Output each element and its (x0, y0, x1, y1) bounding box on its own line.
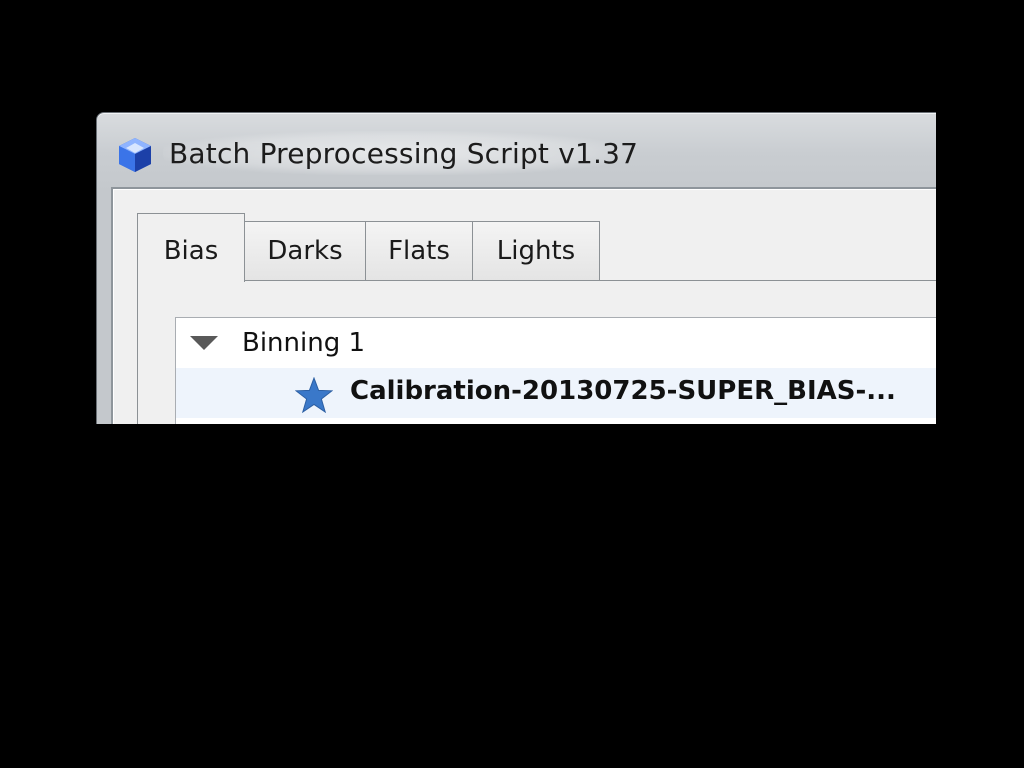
batch-preprocessing-window: Batch Preprocessing Script v1.37 Bias Da… (96, 112, 936, 424)
star-icon (295, 377, 333, 413)
title-bar[interactable]: Batch Preprocessing Script v1.37 (97, 113, 936, 185)
tab-flats[interactable]: Flats (365, 221, 473, 281)
tree-group-label: Binning 1 (242, 328, 366, 358)
window-title: Batch Preprocessing Script v1.37 (169, 137, 639, 170)
tab-lights[interactable]: Lights (472, 221, 600, 281)
screenshot-crop: Batch Preprocessing Script v1.37 Bias Da… (88, 104, 936, 424)
dialog-client-area: Bias Darks Flats Lights Binning 1 Calibr… (111, 187, 936, 424)
bias-tab-panel: Binning 1 Calibration-20130725-SUPER_BIA… (137, 280, 936, 424)
tree-item-master-bias[interactable]: Calibration-20130725-SUPER_BIAS-... (176, 368, 936, 418)
triangle-down-icon[interactable] (190, 336, 218, 350)
tree-group-binning-1[interactable]: Binning 1 (176, 320, 936, 370)
bias-file-tree[interactable]: Binning 1 Calibration-20130725-SUPER_BIA… (175, 317, 936, 424)
pixinsight-cube-icon (119, 138, 151, 172)
tab-bias[interactable]: Bias (137, 213, 245, 282)
tree-item-label: Calibration-20130725-SUPER_BIAS-... (350, 376, 896, 406)
tab-darks[interactable]: Darks (244, 221, 366, 281)
